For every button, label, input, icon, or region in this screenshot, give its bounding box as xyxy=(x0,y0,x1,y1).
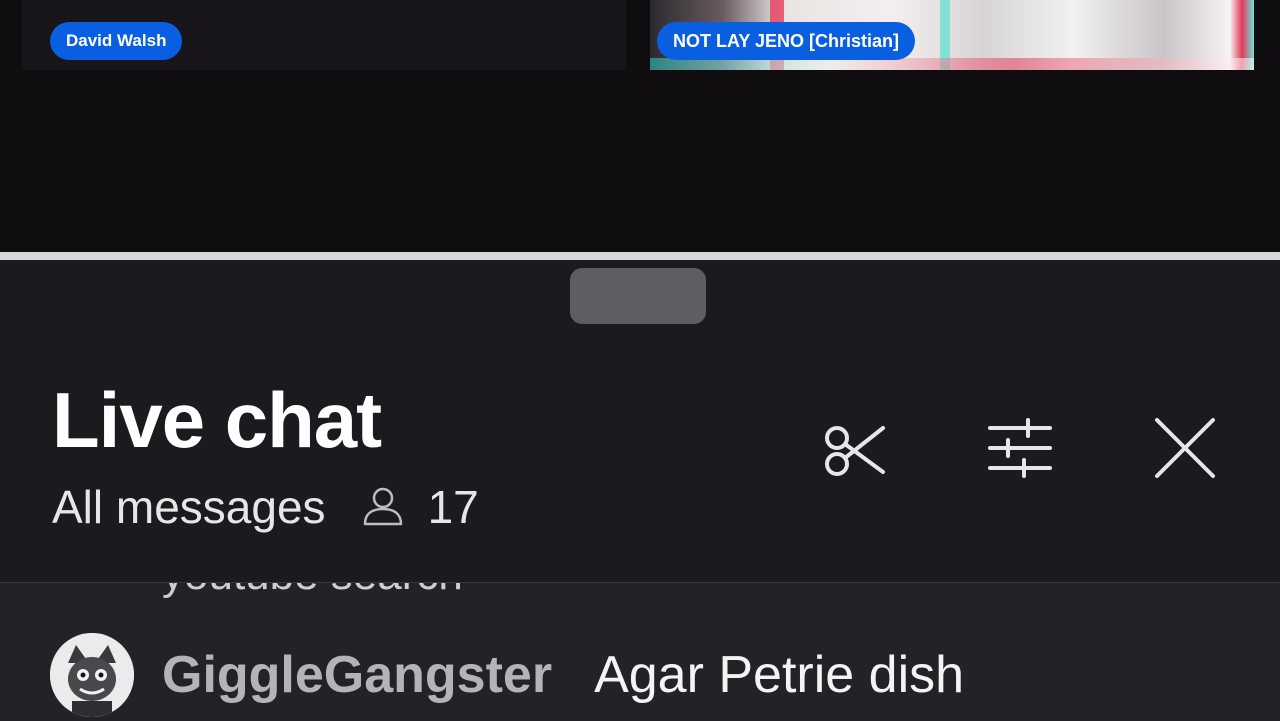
participant-name-tag: NOT LAY JENO [Christian] xyxy=(657,22,916,60)
person-icon xyxy=(363,487,402,526)
sliders-icon xyxy=(988,418,1052,478)
avatar[interactable] xyxy=(50,633,134,717)
chat-mode-row: All messages 17 xyxy=(52,478,479,536)
chat-message[interactable]: GiggleGangster Agar Petrie dish xyxy=(50,633,964,717)
chat-message-text: Agar Petrie dish xyxy=(594,646,965,704)
chat-filter-dropdown[interactable]: All messages xyxy=(52,478,326,536)
chat-message-list[interactable]: youtube search GiggleGangster Agar Petri… xyxy=(0,582,1280,721)
close-button[interactable] xyxy=(1145,408,1225,488)
panel-title: Live chat xyxy=(52,376,382,464)
filter-settings-button[interactable] xyxy=(980,408,1060,488)
clip-button[interactable] xyxy=(815,408,895,488)
avatar-image xyxy=(50,633,134,717)
participant-tile-left[interactable]: David Walsh xyxy=(22,0,626,70)
message-author[interactable]: GiggleGangster xyxy=(162,645,552,705)
drag-handle[interactable] xyxy=(570,268,706,324)
participant-name-tag: David Walsh xyxy=(50,22,183,60)
progress-divider xyxy=(0,252,1280,260)
scissors-icon xyxy=(825,426,885,476)
live-chat-panel: Live chat All messages 17 GiggleGangster… xyxy=(0,260,1280,721)
video-grid: David Walsh NOT LAY JENO [Christian] xyxy=(0,0,1280,250)
chat-message-text: youtube search xyxy=(162,583,463,603)
viewer-count: 17 xyxy=(427,481,479,533)
close-icon xyxy=(1155,418,1215,478)
